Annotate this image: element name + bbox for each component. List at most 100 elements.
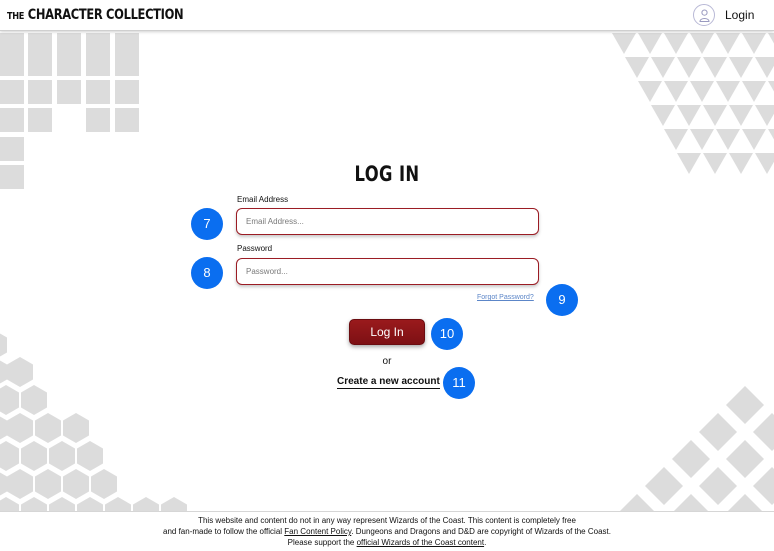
decor-triangle — [690, 33, 714, 54]
decor-hexagon — [35, 413, 61, 443]
decor-hexagon — [63, 469, 89, 499]
marker-badge-9: 9 — [546, 284, 578, 316]
decor-square — [28, 80, 52, 104]
footer-disclaimer: This website and content do not in any w… — [0, 511, 774, 551]
decor-square — [86, 80, 110, 104]
marker-badge-8: 8 — [191, 257, 223, 289]
decor-hexagon — [21, 385, 47, 415]
user-avatar-icon[interactable] — [693, 4, 715, 26]
marker-badge-11: 11 — [443, 367, 475, 399]
or-separator: or — [382, 356, 392, 367]
decor-triangle — [742, 129, 766, 150]
footer-line-3-text: Please support the — [287, 538, 357, 547]
decor-triangle — [664, 81, 688, 102]
decor-hexagon — [7, 469, 33, 499]
decor-triangle — [664, 129, 688, 150]
email-label: Email Address — [237, 195, 289, 204]
decor-triangle — [638, 81, 662, 102]
page-title: LOG IN — [354, 162, 420, 186]
decor-triangle — [729, 105, 753, 126]
decor-triangle — [755, 105, 774, 126]
brand-name: CHARACTER COLLECTION — [27, 7, 184, 23]
decor-hexagon — [35, 469, 61, 499]
decor-square — [57, 52, 81, 76]
header-login-link[interactable]: Login — [725, 8, 754, 22]
decor-square — [0, 52, 24, 76]
decor-triangle — [690, 129, 714, 150]
decor-triangle — [768, 33, 774, 44]
decor-triangle — [703, 105, 727, 126]
forgot-password-link[interactable]: Forgot Password? — [477, 294, 534, 301]
create-account-link[interactable]: Create a new account — [337, 376, 440, 389]
decor-triangle — [677, 57, 701, 78]
decor-triangle — [742, 33, 766, 54]
decor-square — [115, 108, 139, 132]
decor-triangle — [768, 129, 774, 140]
decor-hexagon — [63, 413, 89, 443]
marker-badge-7: 7 — [191, 208, 223, 240]
decor-square — [28, 108, 52, 132]
marker-badge-10: 10 — [431, 318, 463, 350]
footer-line-1: This website and content do not in any w… — [198, 516, 576, 525]
decor-square — [0, 137, 24, 161]
decor-triangle — [716, 81, 740, 102]
decor-triangle — [664, 33, 688, 54]
decor-triangle — [638, 33, 662, 54]
decor-triangle — [755, 153, 774, 174]
decor-diamond — [753, 467, 774, 505]
decor-diamond — [672, 440, 710, 478]
decor-triangle — [651, 105, 675, 126]
decor-diamond — [726, 440, 764, 478]
footer-line-2-text: and fan-made to follow the official — [163, 527, 285, 536]
decor-square — [86, 52, 110, 76]
decor-hexagon — [91, 469, 117, 499]
decor-hexagon — [49, 441, 75, 471]
decor-triangle — [755, 57, 774, 78]
wizards-content-link[interactable]: official Wizards of the Coast content — [357, 538, 484, 547]
decor-hexagon — [0, 472, 7, 496]
decor-triangle — [768, 81, 774, 92]
decor-triangle — [677, 105, 701, 126]
decor-triangle — [716, 33, 740, 54]
decor-triangle — [729, 153, 753, 174]
decor-square — [0, 108, 24, 132]
decor-hexagon — [21, 441, 47, 471]
decor-square — [115, 80, 139, 104]
decor-square — [0, 165, 24, 189]
decor-triangle — [716, 129, 740, 150]
email-field[interactable] — [236, 208, 539, 235]
decor-hexagon — [0, 416, 7, 440]
decor-triangle — [690, 81, 714, 102]
footer-line-3-tail: . — [484, 538, 487, 547]
decor-diamond — [753, 413, 774, 451]
footer-line-2-tail: . Dungeons and Dragons and D&D are copyr… — [351, 527, 611, 536]
decor-triangle — [612, 33, 636, 54]
brand-logo[interactable]: THE CHARACTER COLLECTION — [7, 7, 184, 23]
top-navbar: THE CHARACTER COLLECTION Login — [0, 0, 774, 31]
decor-diamond — [645, 467, 683, 505]
decor-diamond — [699, 467, 737, 505]
decor-triangle — [742, 81, 766, 102]
decor-square — [57, 80, 81, 104]
password-field[interactable] — [236, 258, 539, 285]
decor-square — [115, 52, 139, 76]
decor-square — [28, 52, 52, 76]
footer-line-3: Please support the official Wizards of t… — [0, 537, 774, 548]
decor-triangle — [703, 57, 727, 78]
decor-triangle — [729, 57, 753, 78]
decor-hexagon — [0, 385, 19, 415]
login-button[interactable]: Log In — [349, 319, 425, 345]
fan-content-policy-link[interactable]: Fan Content Policy — [284, 527, 351, 536]
password-label: Password — [237, 244, 273, 253]
brand-prefix: THE — [7, 11, 25, 22]
decor-triangle — [651, 57, 675, 78]
decor-diamond — [699, 413, 737, 451]
decor-hexagon — [0, 441, 19, 471]
decor-hexagon — [77, 441, 103, 471]
decor-square — [86, 108, 110, 132]
decor-triangle — [625, 57, 649, 78]
decor-diamond — [726, 386, 764, 424]
footer-line-2: and fan-made to follow the official Fan … — [0, 526, 774, 537]
decor-hexagon — [7, 413, 33, 443]
decor-triangle — [703, 153, 727, 174]
